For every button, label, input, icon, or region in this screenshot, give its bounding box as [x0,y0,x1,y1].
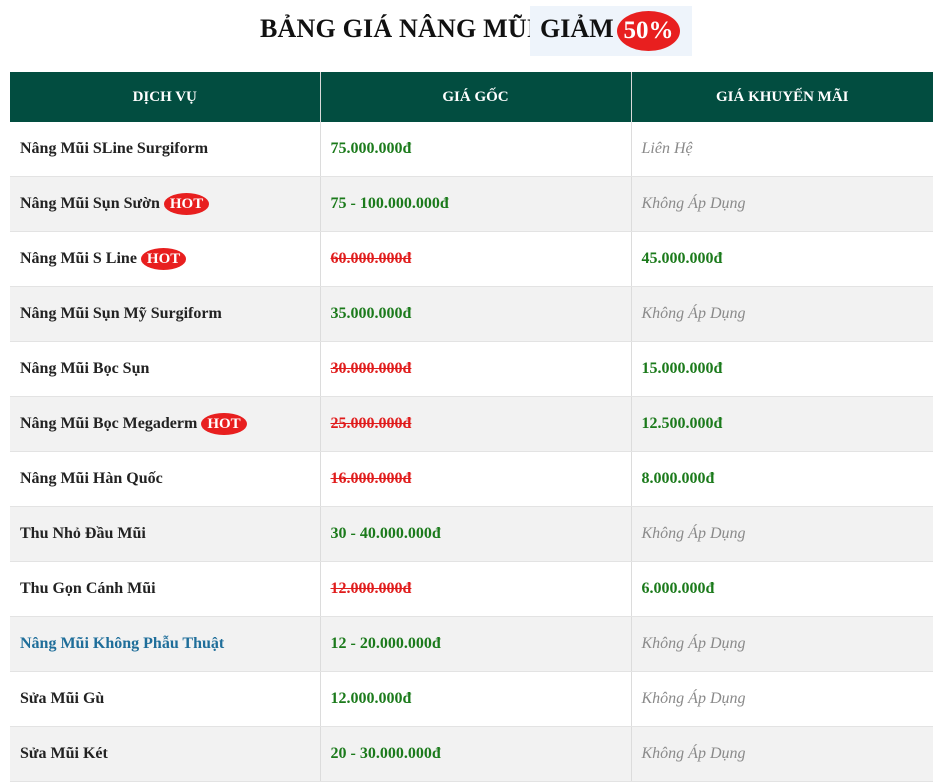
promo-status: Không Áp Dụng [641,690,746,707]
promo-price-cell: Không Áp Dụng [631,286,933,342]
column-header-original-price: GIÁ GỐC [320,72,632,122]
page-title: BẢNG GIÁ NÂNG MŨI [260,14,538,43]
service-name: Nâng Mũi Bọc Sụn [20,360,150,377]
table-row: Nâng Mũi SLine Surgiform 75.000.000đ Liên … [10,122,933,177]
column-header-service: DỊCH VỤ [10,72,321,122]
promo-price-cell: 8.000.000đ [631,451,933,507]
promo-status: Không Áp Dụng [641,195,746,212]
original-price-struck: 60.000.000đ [330,250,412,267]
service-cell: Sửa Mũi Gù [10,671,321,727]
service-cell: Nâng Mũi Sụn Mỹ Surgiform [10,286,321,342]
promo-status: Liên Hệ [641,140,693,157]
table-row: Sửa Mũi Gù 12.000.000đ Không Áp Dụng [10,671,933,727]
original-price: 75.000.000đ [330,140,412,157]
service-name: Nâng Mũi Sụn Mỹ Surgiform [20,305,222,322]
promo-status: Không Áp Dụng [641,635,746,652]
original-price-cell: 16.000.000đ [320,451,632,507]
table-row: Nâng Mũi Bọc Megaderm HOT 25.000.000đ 12.50… [10,396,933,452]
promo-status: Không Áp Dụng [641,525,746,542]
original-price-cell: 12.000.000đ [320,561,632,617]
service-cell: Sửa Mũi Két [10,726,321,782]
hot-badge: HOT [140,248,187,270]
promo-price: 6.000.000đ [641,580,715,597]
promo-price-cell: 15.000.000đ [631,341,933,397]
original-price: 20 - 30.000.000đ [330,745,441,762]
service-name: Nâng Mũi S Line [20,250,137,267]
table-row: Nâng Mũi Hàn Quốc 16.000.000đ 8.000.000đ [10,451,933,507]
service-cell: Nâng Mũi Không Phẫu Thuật [10,616,321,672]
promo-price: 8.000.000đ [641,470,715,487]
promo-price-cell: Không Áp Dụng [631,176,933,232]
promo-status: Không Áp Dụng [641,305,746,322]
column-header-promo-price: GIÁ KHUYẾN MÃI [631,72,933,122]
promo-price: 45.000.000đ [641,250,723,267]
original-price-cell: 75 - 100.000.000đ [320,176,632,232]
table-row: Thu Nhỏ Đầu Mũi 30 - 40.000.000đ Không Áp … [10,506,933,562]
promo-price-cell: 6.000.000đ [631,561,933,617]
original-price: 35.000.000đ [330,305,412,322]
promo-price-cell: 45.000.000đ [631,231,933,287]
promo-price: 15.000.000đ [641,360,723,377]
table-header-row: DỊCH VỤ GIÁ GỐC GIÁ KHUYẾN MÃI [10,72,933,122]
promo-status: Không Áp Dụng [641,745,746,762]
service-cell: Nâng Mũi S Line HOT [10,231,321,287]
original-price-cell: 30 - 40.000.000đ [320,506,632,562]
promo-price-cell: Không Áp Dụng [631,671,933,727]
promo-price-cell: Không Áp Dụng [631,506,933,562]
original-price-cell: 60.000.000đ [320,231,632,287]
promo-price-cell: Liên Hệ [631,122,933,177]
service-cell: Nâng Mũi Bọc Megaderm HOT [10,396,321,452]
service-name: Nâng Mũi Hàn Quốc [20,470,163,487]
original-price-cell: 20 - 30.000.000đ [320,726,632,782]
table-row: Nâng Mũi Không Phẫu Thuật 12 - 20.000.000… [10,616,933,672]
original-price-cell: 75.000.000đ [320,122,632,177]
price-table: DỊCH VỤ GIÁ GỐC GIÁ KHUYẾN MÃI Nâng Mũi … [10,72,933,782]
service-cell: Nâng Mũi Sụn Sườn HOT [10,176,321,232]
original-price: 30 - 40.000.000đ [330,525,441,542]
original-price: 12 - 20.000.000đ [330,635,441,652]
promo-price: 12.500.000đ [641,415,723,432]
table-row: Nâng Mũi Sụn Sườn HOT 75 - 100.000.000đ Khô… [10,176,933,232]
original-price-cell: 25.000.000đ [320,396,632,452]
table-row: Nâng Mũi Sụn Mỹ Surgiform 35.000.000đ Khôn… [10,286,933,342]
promo-text: GIẢM [540,14,614,43]
table-row: Nâng Mũi Bọc Sụn 30.000.000đ 15.000.000đ [10,341,933,397]
original-price: 12.000.000đ [330,690,412,707]
service-cell: Nâng Mũi SLine Surgiform [10,122,321,177]
service-cell: Thu Gọn Cánh Mũi [10,561,321,617]
service-name: Thu Nhỏ Đầu Mũi [20,525,146,542]
original-price-struck: 12.000.000đ [330,580,412,597]
original-price-cell: 30.000.000đ [320,341,632,397]
promo-price-cell: Không Áp Dụng [631,616,933,672]
original-price-struck: 25.000.000đ [330,415,412,432]
original-price-cell: 12.000.000đ [320,671,632,727]
discount-badge: 50% [617,11,680,51]
service-cell: Nâng Mũi Bọc Sụn [10,341,321,397]
original-price-cell: 35.000.000đ [320,286,632,342]
service-name: Sửa Mũi Gù [20,690,105,707]
promo-price-cell: 12.500.000đ [631,396,933,452]
title-area: BẢNG GIÁ NÂNG MŨI GIẢM 50% [0,0,933,72]
service-link[interactable]: Nâng Mũi Không Phẫu Thuật [20,635,224,652]
original-price-struck: 30.000.000đ [330,360,412,377]
table-row: Sửa Mũi Két 20 - 30.000.000đ Không Áp Dụng [10,726,933,782]
table-row: Nâng Mũi S Line HOT 60.000.000đ 45.000.000đ [10,231,933,287]
original-price-struck: 16.000.000đ [330,470,412,487]
service-name: Sửa Mũi Két [20,745,108,762]
service-cell: Nâng Mũi Hàn Quốc [10,451,321,507]
service-name: Nâng Mũi SLine Surgiform [20,140,209,157]
service-name: Thu Gọn Cánh Mũi [20,580,156,597]
original-price: 75 - 100.000.000đ [330,195,449,212]
table-row: Thu Gọn Cánh Mũi 12.000.000đ 6.000.000đ [10,561,933,617]
original-price-cell: 12 - 20.000.000đ [320,616,632,672]
service-cell: Thu Nhỏ Đầu Mũi [10,506,321,562]
hot-badge: HOT [201,413,247,435]
service-name: Nâng Mũi Bọc Megaderm [20,415,198,432]
service-name: Nâng Mũi Sụn Sườn [20,195,160,212]
promo-price-cell: Không Áp Dụng [631,726,933,782]
hot-badge: HOT [163,193,210,215]
